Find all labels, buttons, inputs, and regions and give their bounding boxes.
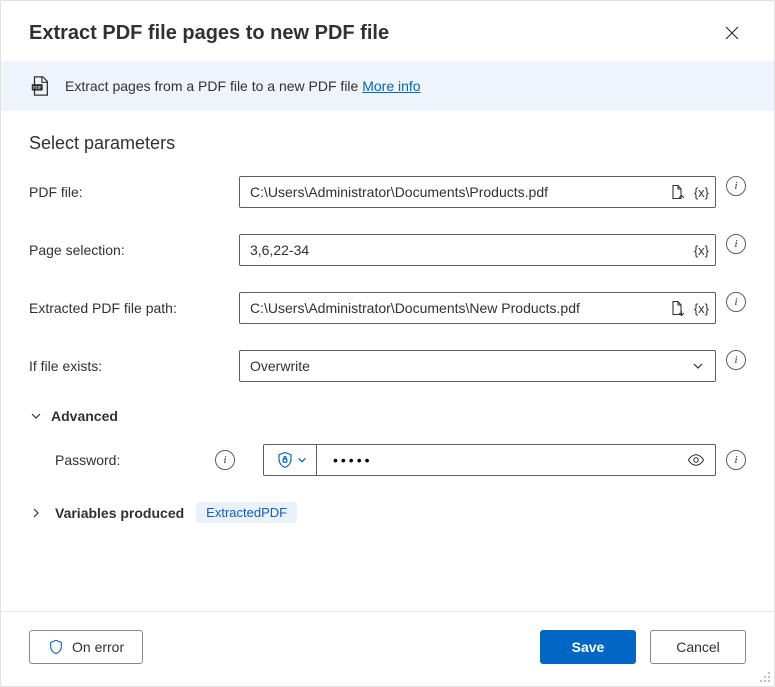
advanced-expander[interactable]: Advanced [29, 408, 746, 424]
row-password: Password: i i [29, 444, 746, 476]
info-icon[interactable]: i [726, 450, 746, 470]
shield-lock-icon [276, 451, 294, 469]
svg-text:PDF: PDF [33, 85, 42, 90]
advanced-label: Advanced [51, 408, 118, 424]
dialog-title: Extract PDF file pages to new PDF file [29, 22, 389, 45]
info-icon[interactable]: i [726, 234, 746, 254]
banner-text: Extract pages from a PDF file to a new P… [65, 78, 421, 94]
close-button[interactable] [718, 19, 746, 47]
password-type-select[interactable] [264, 445, 317, 475]
save-label: Save [572, 639, 605, 655]
cancel-button[interactable]: Cancel [650, 630, 746, 664]
variables-produced-expander[interactable]: Variables produced ExtractedPDF [29, 502, 746, 523]
variables-produced-label: Variables produced [55, 505, 184, 521]
on-error-label: On error [72, 639, 124, 655]
variable-token-button[interactable]: {x} [694, 243, 709, 258]
shield-icon [48, 639, 64, 655]
row-extracted-path: Extracted PDF file path: {x} i [29, 292, 746, 324]
pdf-file-input-box: {x} [239, 176, 716, 208]
info-icon[interactable]: i [215, 450, 235, 470]
resize-grip-icon[interactable] [759, 671, 771, 683]
dialog-footer: On error Save Cancel [1, 611, 774, 686]
variable-token-button[interactable]: {x} [694, 301, 709, 316]
page-selection-input[interactable] [250, 242, 690, 258]
more-info-link[interactable]: More info [362, 78, 420, 94]
eye-icon [687, 451, 705, 469]
label-page-selection: Page selection: [29, 242, 239, 258]
page-selection-input-box: {x} [239, 234, 716, 266]
if-exists-select[interactable]: Overwrite [239, 350, 716, 382]
row-pdf-file: PDF file: {x} i [29, 176, 746, 208]
info-banner: PDF Extract pages from a PDF file to a n… [1, 61, 774, 111]
cancel-label: Cancel [676, 639, 720, 655]
chevron-right-icon [29, 506, 43, 520]
chevron-down-icon [29, 409, 43, 423]
info-icon[interactable]: i [726, 350, 746, 370]
chevron-down-icon [691, 359, 705, 373]
dialog-body: Select parameters PDF file: {x} i P [1, 111, 774, 611]
variable-token-button[interactable]: {x} [694, 185, 709, 200]
row-if-exists: If file exists: Overwrite i [29, 350, 746, 382]
pdf-file-input[interactable] [250, 184, 662, 200]
label-extracted-path: Extracted PDF file path: [29, 300, 239, 316]
password-input[interactable] [331, 451, 685, 469]
save-button[interactable]: Save [540, 630, 636, 664]
on-error-button[interactable]: On error [29, 630, 143, 664]
chevron-down-icon [296, 454, 308, 466]
extracted-path-input-box: {x} [239, 292, 716, 324]
pdf-icon: PDF [29, 75, 51, 97]
file-browse-icon[interactable] [666, 181, 688, 203]
reveal-password-button[interactable] [685, 449, 707, 471]
label-pdf-file: PDF file: [29, 184, 239, 200]
label-password: Password: [55, 452, 215, 468]
dialog-header: Extract PDF file pages to new PDF file [1, 1, 774, 61]
if-exists-value: Overwrite [250, 358, 310, 374]
row-page-selection: Page selection: {x} i [29, 234, 746, 266]
label-if-exists: If file exists: [29, 358, 239, 374]
password-group [263, 444, 716, 476]
section-title: Select parameters [29, 133, 746, 154]
extracted-path-input[interactable] [250, 300, 662, 316]
close-icon [725, 26, 739, 40]
dialog: Extract PDF file pages to new PDF file P… [0, 0, 775, 687]
file-browse-icon[interactable] [666, 297, 688, 319]
info-icon[interactable]: i [726, 292, 746, 312]
banner-text-content: Extract pages from a PDF file to a new P… [65, 78, 362, 94]
variable-pill[interactable]: ExtractedPDF [196, 502, 297, 523]
info-icon[interactable]: i [726, 176, 746, 196]
